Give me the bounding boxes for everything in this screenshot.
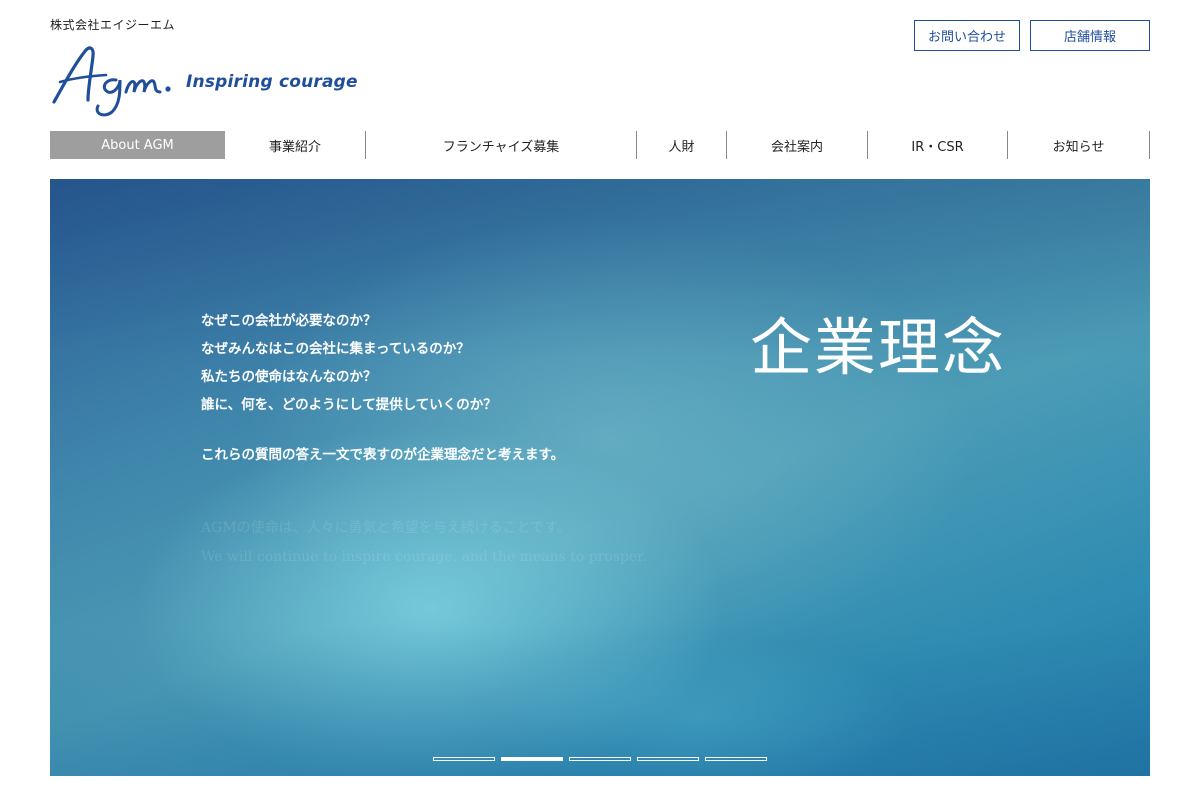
hero-summary: これらの質問の答え一文で表すのが企業理念だと考えます。 (201, 447, 565, 463)
nav-item-about[interactable]: About AGM (50, 131, 225, 159)
question-line: なぜみんなはこの会社に集まっているのか？ (201, 341, 470, 357)
nav-item-company[interactable]: 会社案内 (727, 131, 868, 159)
slide-indicator-1[interactable] (433, 757, 495, 761)
hero-slider: なぜこの会社が必要なのか？ なぜみんなはこの会社に集まっているのか？ 私たちの使… (50, 179, 1150, 776)
store-info-button[interactable]: 店舗情報 (1030, 20, 1150, 51)
slide-indicator-5[interactable] (705, 757, 767, 761)
hero-questions: なぜこの会社が必要なのか？ なぜみんなはこの会社に集まっているのか？ 私たちの使… (201, 307, 564, 469)
faded-line-jp: AGMの使命は、人々に勇気と希望を与え続けることです。 (201, 520, 571, 536)
nav-item-ir-csr[interactable]: IR・CSR (868, 131, 1008, 159)
slide-indicators (433, 757, 767, 761)
tagline: Inspiring courage (186, 72, 358, 92)
contact-button[interactable]: お問い合わせ (914, 20, 1020, 51)
nav-item-news[interactable]: お知らせ (1008, 131, 1150, 159)
question-line: 私たちの使命はなんなのか？ (201, 369, 377, 385)
utility-nav: お問い合わせ 店舗情報 (914, 20, 1150, 51)
main-nav: About AGM 事業紹介 フランチャイズ募集 人財 会社案内 IR・CSR … (50, 131, 1150, 159)
slide-indicator-3[interactable] (569, 757, 631, 761)
nav-item-franchise[interactable]: フランチャイズ募集 (366, 131, 637, 159)
company-name: 株式会社エイジーエム (50, 18, 176, 32)
slide-indicator-2[interactable] (501, 757, 563, 761)
hero-title: 企業理念 (750, 311, 1007, 384)
faded-line-en: We will continue to inspire courage, and… (201, 549, 647, 565)
logo-mark (52, 46, 171, 117)
nav-item-people[interactable]: 人財 (637, 131, 727, 159)
question-line: なぜこの会社が必要なのか？ (201, 313, 377, 329)
slide-indicator-4[interactable] (637, 757, 699, 761)
logo[interactable]: Inspiring courage (50, 44, 360, 120)
hero-background (50, 179, 1150, 776)
question-line: 誰に、何を、どのようにして提供していくのか？ (201, 397, 497, 413)
nav-item-business[interactable]: 事業紹介 (225, 131, 366, 159)
hero-faded-text: AGMの使命は、人々に勇気と希望を与え続けることです。 We will cont… (201, 514, 647, 572)
